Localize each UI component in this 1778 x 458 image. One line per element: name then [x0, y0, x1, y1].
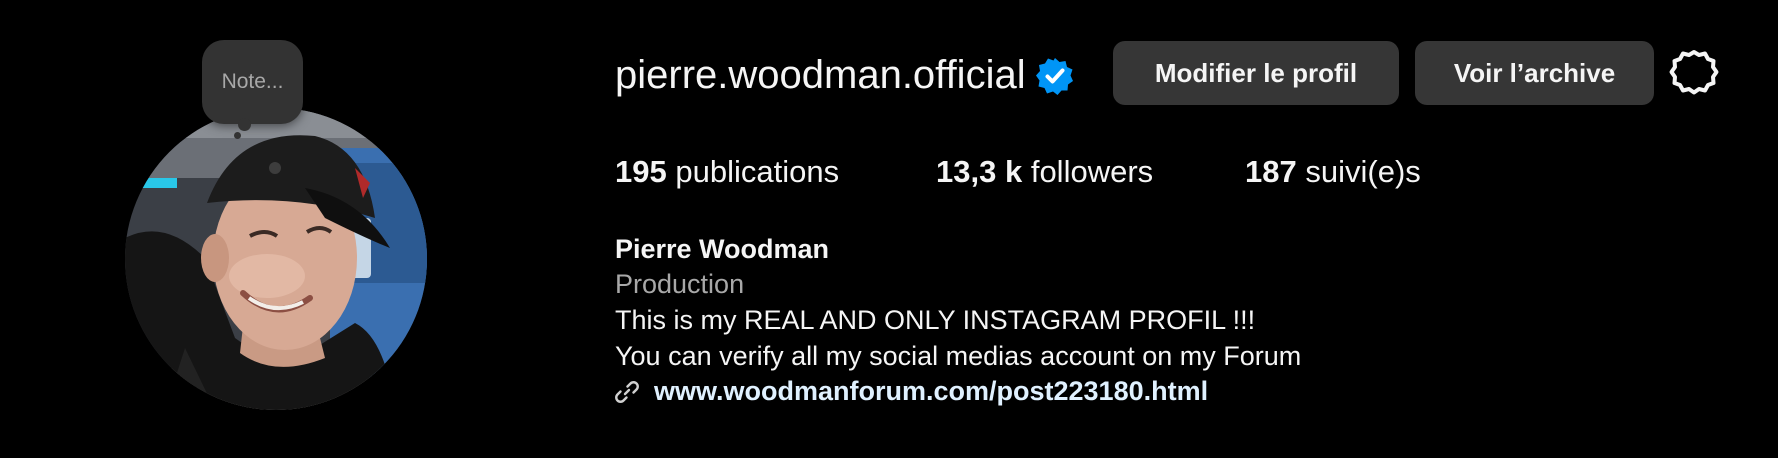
note-bubble[interactable]: Note...: [202, 40, 303, 124]
avatar-photo: [125, 108, 427, 410]
view-archive-button[interactable]: Voir l’archive: [1415, 41, 1654, 105]
note-placeholder: Note...: [221, 70, 284, 93]
profile-avatar[interactable]: [125, 108, 427, 410]
bio-text-line: This is my REAL AND ONLY INSTAGRAM PROFI…: [615, 305, 1256, 335]
bio-external-link[interactable]: www.woodmanforum.com/post223180.html: [654, 374, 1208, 408]
publications-count: 195: [615, 154, 667, 189]
edit-profile-button[interactable]: Modifier le profil: [1113, 41, 1399, 105]
bio-full-name: Pierre Woodman: [615, 234, 830, 264]
followers-count: 13,3 k: [936, 154, 1023, 189]
following-label: suivi(e)s: [1305, 154, 1421, 189]
note-bubble-tail: [238, 118, 251, 131]
verified-badge-icon: [1036, 58, 1073, 95]
gear-icon[interactable]: [1668, 46, 1720, 98]
publications-label: publications: [675, 154, 840, 189]
bio-text-line: You can verify all my social medias acco…: [615, 341, 1302, 371]
stat-followers[interactable]: 13,3 k followers: [936, 152, 1153, 192]
followers-label: followers: [1030, 154, 1154, 189]
following-count: 187: [1245, 154, 1297, 189]
profile-username: pierre.woodman.official: [615, 53, 1026, 97]
link-icon: [615, 381, 639, 403]
stat-publications: 195 publications: [615, 152, 839, 192]
note-bubble-tail-dot: [234, 132, 241, 139]
stat-following[interactable]: 187 suivi(e)s: [1245, 152, 1421, 192]
bio-category: Production: [615, 269, 745, 299]
